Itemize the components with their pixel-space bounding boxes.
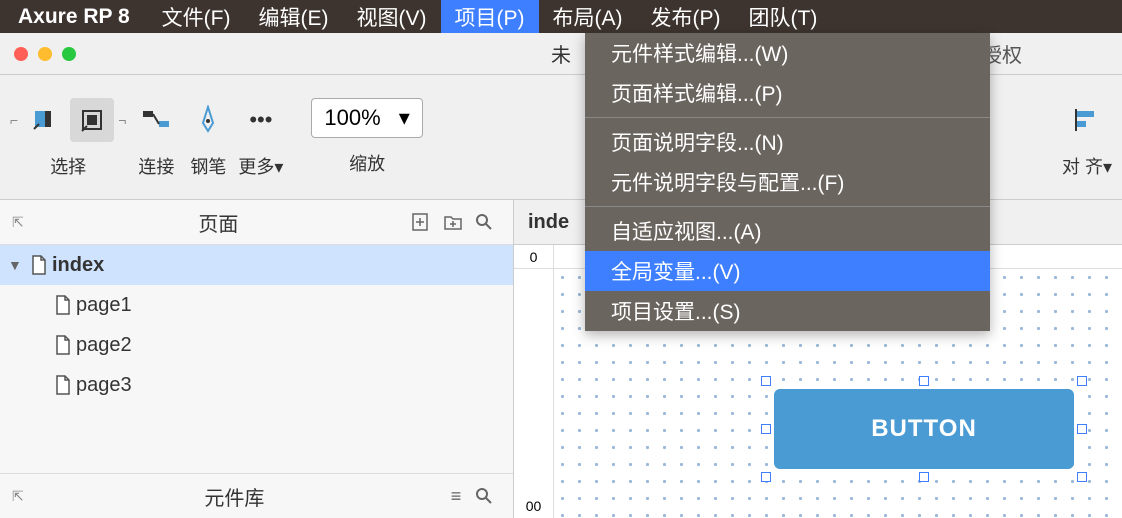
tree-row-page2[interactable]: page2: [0, 325, 513, 365]
pages-panel-title: 页面: [32, 208, 405, 237]
page-icon: [50, 375, 76, 395]
menu-icon[interactable]: ≡: [443, 486, 469, 507]
canvas-tab-index[interactable]: inde: [514, 211, 583, 234]
zoom-value: 100%: [324, 105, 380, 131]
collapse-icon[interactable]: ⇱: [12, 488, 24, 505]
menu-layout[interactable]: 布局(A): [539, 0, 637, 33]
page-icon: [50, 295, 76, 315]
tree-row-page3[interactable]: page3: [0, 365, 513, 405]
menu-project[interactable]: 项目(P): [441, 0, 539, 33]
add-page-icon[interactable]: [411, 212, 437, 232]
menu-page-style[interactable]: 页面样式编辑...(P): [585, 73, 990, 113]
tree-item-label: page2: [76, 334, 132, 357]
menu-global-variables[interactable]: 全局变量...(V): [585, 251, 990, 291]
search-icon[interactable]: [475, 487, 501, 505]
menu-widget-notes[interactable]: 元件说明字段与配置...(F): [585, 162, 990, 202]
tool-connect-group: 连接: [134, 95, 178, 179]
resize-handle-e[interactable]: [1077, 424, 1087, 434]
tree-item-label: page1: [76, 294, 132, 317]
menu-separator: [585, 117, 990, 118]
page-icon: [50, 335, 76, 355]
document-title: 未: [551, 39, 571, 68]
tool-more-group: ••• 更多▾: [238, 95, 283, 179]
menubar: Axure RP 8 文件(F) 编辑(E) 视图(V) 项目(P) 布局(A)…: [0, 0, 1122, 33]
zoom-label: 缩放: [349, 150, 385, 176]
resize-handle-n[interactable]: [919, 376, 929, 386]
pen-tool-button[interactable]: [186, 98, 230, 142]
pages-tree: ▼ index page1 page2 page3: [0, 245, 513, 473]
resize-handle-s[interactable]: [919, 472, 929, 482]
menu-adaptive-views[interactable]: 自适应视图...(A): [585, 211, 990, 251]
resize-handle-w[interactable]: [761, 424, 771, 434]
tool-pen-group: 钢笔: [186, 95, 230, 179]
project-dropdown: 元件样式编辑...(W) 页面样式编辑...(P) 页面说明字段...(N) 元…: [585, 33, 990, 331]
search-icon[interactable]: [475, 213, 501, 231]
menu-file[interactable]: 文件(F): [148, 0, 245, 33]
collapse-icon[interactable]: ⇱: [12, 214, 24, 231]
expand-arrow-icon[interactable]: ▼: [8, 257, 26, 273]
resize-handle-sw[interactable]: [761, 472, 771, 482]
side-panel: ⇱ 页面 ▼ index page1 p: [0, 200, 514, 518]
library-panel-header: ⇱ 元件库 ≡: [0, 473, 513, 518]
menu-publish[interactable]: 发布(P): [637, 0, 735, 33]
canvas-widget-button[interactable]: BUTTON: [774, 389, 1074, 469]
connect-icon: [141, 107, 171, 133]
pen-label: 钢笔: [190, 153, 226, 179]
tree-item-label: index: [52, 254, 104, 277]
window-controls: [14, 47, 76, 61]
select-label: 选择: [50, 153, 86, 179]
ellipsis-icon: •••: [249, 107, 272, 133]
page-icon: [26, 255, 52, 275]
align-tool-button[interactable]: [1065, 98, 1109, 142]
maximize-icon[interactable]: [62, 47, 76, 61]
chevron-down-icon: ▾: [274, 157, 283, 177]
select-box-icon: [79, 107, 105, 133]
more-tool-button[interactable]: •••: [239, 98, 283, 142]
resize-handle-nw[interactable]: [761, 376, 771, 386]
tool-select-group: ⌐ ¬ 选择: [10, 95, 126, 179]
tool-align-group: 对 齐▾: [1062, 95, 1112, 179]
bracket-left-icon: ⌐: [10, 112, 18, 128]
menu-project-settings[interactable]: 项目设置...(S): [585, 291, 990, 331]
ruler-vertical[interactable]: 00: [514, 269, 554, 518]
minimize-icon[interactable]: [38, 47, 52, 61]
pen-icon: [195, 105, 221, 135]
bracket-right-icon: ¬: [118, 112, 126, 128]
zoom-select[interactable]: 100% ▾: [311, 98, 422, 138]
chevron-down-icon: ▾: [399, 105, 410, 131]
resize-handle-se[interactable]: [1077, 472, 1087, 482]
menu-widget-style[interactable]: 元件样式编辑...(W): [585, 33, 990, 73]
close-icon[interactable]: [14, 47, 28, 61]
ruler-origin: 0: [514, 245, 554, 269]
tree-row-page1[interactable]: page1: [0, 285, 513, 325]
menu-separator: [585, 206, 990, 207]
tree-item-label: page3: [76, 374, 132, 397]
menu-team[interactable]: 团队(T): [735, 0, 832, 33]
library-panel-title: 元件库: [32, 482, 437, 511]
app-brand: Axure RP 8: [0, 5, 148, 29]
connect-label: 连接: [138, 153, 174, 179]
tree-row-index[interactable]: ▼ index: [0, 245, 513, 285]
add-folder-icon[interactable]: [443, 213, 469, 231]
chevron-down-icon: ▾: [1103, 157, 1112, 177]
connect-tool-button[interactable]: [134, 98, 178, 142]
pages-panel-header: ⇱ 页面: [0, 200, 513, 245]
select-contained-button[interactable]: [70, 98, 114, 142]
zoom-group: 100% ▾ 缩放: [311, 98, 422, 176]
align-label: 对 齐▾: [1062, 153, 1112, 179]
more-label: 更多▾: [238, 153, 283, 179]
menu-edit[interactable]: 编辑(E): [245, 0, 343, 33]
menu-view[interactable]: 视图(V): [343, 0, 441, 33]
resize-handle-ne[interactable]: [1077, 376, 1087, 386]
select-icon: [31, 107, 57, 133]
align-icon: [1074, 107, 1100, 133]
select-tool-button[interactable]: [22, 98, 66, 142]
menu-page-notes[interactable]: 页面说明字段...(N): [585, 122, 990, 162]
